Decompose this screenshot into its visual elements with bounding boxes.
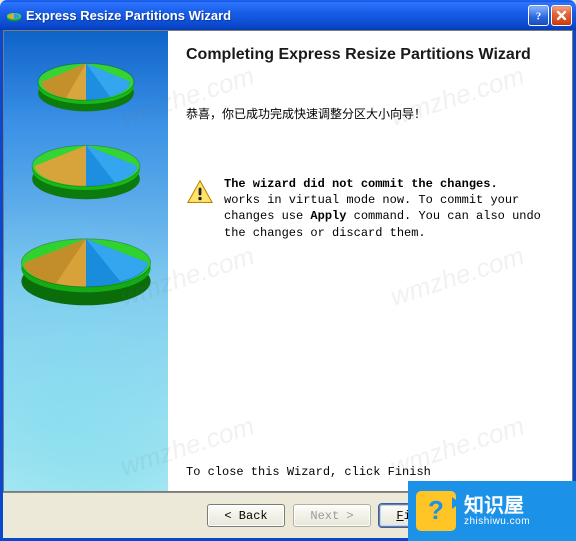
warning-line1: The wizard did not commit the changes.	[224, 177, 498, 191]
warning-text: The wizard did not commit the changes. w…	[224, 176, 556, 241]
brand-overlay: 知识屋 zhishiwu.com	[408, 481, 576, 541]
brand-logo-icon	[416, 491, 456, 531]
brand-text: 知识屋 zhishiwu.com	[464, 496, 530, 527]
close-button[interactable]	[551, 5, 572, 26]
back-button[interactable]: < Back	[207, 504, 285, 527]
next-label: Next >	[310, 509, 353, 523]
brand-en: zhishiwu.com	[464, 516, 530, 527]
wizard-main: Completing Express Resize Partitions Wiz…	[168, 31, 572, 491]
warning-icon	[186, 178, 214, 209]
close-icon	[555, 9, 568, 22]
titlebar-buttons: ?	[528, 5, 572, 26]
svg-text:?: ?	[536, 10, 542, 22]
window-body: Completing Express Resize Partitions Wiz…	[0, 30, 576, 541]
page-title: Completing Express Resize Partitions Wiz…	[186, 45, 556, 65]
warning-apply: Apply	[310, 209, 346, 223]
back-label: < Back	[224, 509, 267, 523]
help-icon: ?	[532, 9, 545, 22]
watermark: wmzhe.com	[387, 240, 528, 312]
titlebar: Express Resize Partitions Wizard ?	[0, 0, 576, 30]
congrats-text: 恭喜，你已成功完成快速调整分区大小向导！	[186, 105, 556, 122]
content-area: Completing Express Resize Partitions Wiz…	[3, 30, 573, 492]
help-button[interactable]: ?	[528, 5, 549, 26]
disk-graphic-1	[28, 45, 144, 115]
next-button: Next >	[293, 504, 371, 527]
disk-graphic-3	[14, 213, 158, 309]
disk-icon	[6, 7, 22, 23]
disk-graphic-2	[24, 125, 148, 203]
window-title: Express Resize Partitions Wizard	[26, 8, 528, 23]
wizard-sidebar	[4, 31, 168, 491]
warning-block: The wizard did not commit the changes. w…	[186, 176, 556, 241]
brand-cn: 知识屋	[464, 496, 530, 516]
close-hint: To close this Wizard, click Finish	[186, 465, 556, 479]
